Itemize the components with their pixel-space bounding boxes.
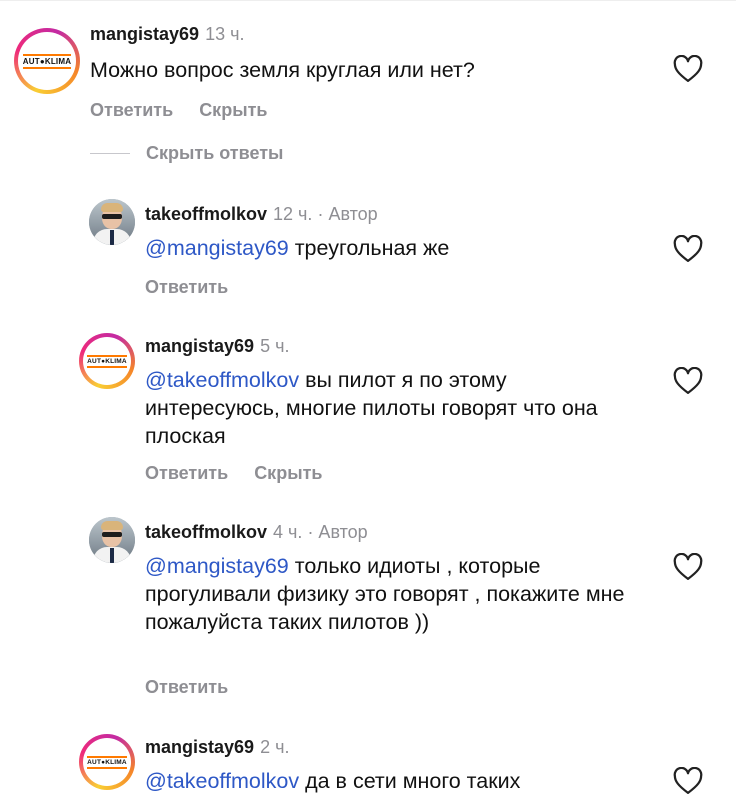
timestamp: 5 ч.	[260, 336, 290, 356]
heart-outline-icon[interactable]	[673, 367, 703, 395]
comment-text: @takeoffmolkov да в сети много таких	[145, 769, 521, 793]
mention-link[interactable]: @takeoffmolkov	[145, 769, 299, 793]
comment-text: @mangistay69 треугольная же	[145, 236, 450, 260]
comment-meta: mangistay69 13 ч.	[90, 24, 244, 45]
timestamp: 2 ч.	[260, 737, 290, 757]
divider-line	[90, 153, 130, 154]
comment-text: @mangistay69 только идиоты , которые про…	[145, 554, 625, 634]
reply-button[interactable]: Ответить	[145, 677, 228, 697]
avatar[interactable]: AUT●KLIMA	[79, 734, 135, 790]
comment-meta: mangistay69 5 ч.	[145, 336, 289, 357]
avatar[interactable]: AUT●KLIMA	[79, 333, 135, 389]
heart-outline-icon[interactable]	[673, 55, 703, 83]
heart-outline-icon[interactable]	[673, 767, 703, 795]
mention-link[interactable]: @mangistay69	[145, 236, 289, 260]
timestamp: 12 ч.	[273, 204, 313, 224]
author-badge: · Автор	[307, 522, 368, 542]
username[interactable]: takeoffmolkov	[145, 204, 267, 224]
heart-outline-icon[interactable]	[673, 235, 703, 263]
reply-button[interactable]: Ответить	[145, 463, 228, 483]
comment-text: @takeoffmolkov вы пилот я по этому интер…	[145, 368, 598, 448]
comment-text: Можно вопрос земля круглая или нет?	[90, 58, 475, 82]
avatar[interactable]	[89, 517, 135, 563]
avatar[interactable]: AUT●KLIMA	[14, 28, 80, 94]
hide-button[interactable]: Скрыть	[199, 100, 267, 120]
timestamp: 4 ч.	[273, 522, 303, 542]
mention-link[interactable]: @takeoffmolkov	[145, 368, 299, 392]
divider	[0, 0, 736, 1]
comment-meta: takeoffmolkov 4 ч. · Автор	[145, 522, 368, 543]
author-badge: · Автор	[317, 204, 378, 224]
autoklima-logo: AUT●KLIMA	[87, 354, 127, 368]
reply-button[interactable]: Ответить	[145, 277, 228, 297]
heart-outline-icon[interactable]	[673, 553, 703, 581]
reply-button[interactable]: Ответить	[90, 100, 173, 120]
hide-replies-button[interactable]: Скрыть ответы	[90, 143, 283, 164]
hide-replies-label: Скрыть ответы	[146, 143, 284, 163]
autoklima-logo: AUT●KLIMA	[22, 53, 72, 69]
comment-actions: Ответить	[145, 277, 254, 298]
timestamp: 13 ч.	[205, 24, 245, 44]
avatar[interactable]	[89, 199, 135, 245]
mention-link[interactable]: @mangistay69	[145, 554, 289, 578]
autoklima-logo: AUT●KLIMA	[87, 755, 127, 769]
comment-meta: mangistay69 2 ч.	[145, 737, 289, 758]
comment-actions: Ответить	[145, 677, 254, 698]
hide-button[interactable]: Скрыть	[254, 463, 322, 483]
username[interactable]: takeoffmolkov	[145, 522, 267, 542]
comment-actions: Ответить Скрыть	[90, 100, 293, 121]
comment-meta: takeoffmolkov 12 ч. · Автор	[145, 204, 378, 225]
username[interactable]: mangistay69	[90, 24, 199, 44]
username[interactable]: mangistay69	[145, 737, 254, 757]
comment-actions: Ответить Скрыть	[145, 463, 348, 484]
username[interactable]: mangistay69	[145, 336, 254, 356]
